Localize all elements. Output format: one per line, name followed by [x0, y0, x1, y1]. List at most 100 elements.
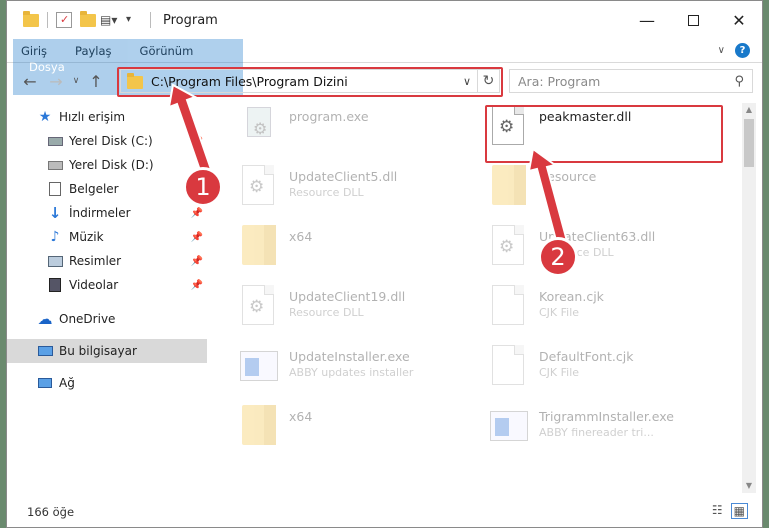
pictures-icon	[47, 253, 63, 269]
maximize-button[interactable]	[670, 1, 716, 39]
sidebar-item-disk-c[interactable]: Yerel Disk (C:) 📌	[7, 129, 207, 153]
file-name: TrigrammInstaller.exe	[539, 409, 674, 424]
pin-icon: 📌	[190, 231, 203, 243]
ribbon-right-controls: ∨ ?	[718, 39, 762, 62]
network-icon	[37, 375, 53, 391]
file-item[interactable]: Resource	[487, 163, 717, 219]
recent-locations-icon[interactable]: ∨	[69, 76, 83, 86]
dll-icon: ⚙	[237, 163, 279, 207]
minimize-button[interactable]: —	[624, 1, 670, 39]
callout-badge-two: 2	[538, 237, 578, 277]
window-title: Program	[163, 12, 218, 28]
pin-icon: 📌	[190, 135, 203, 147]
file-highlight	[485, 105, 723, 163]
download-icon: ↓	[48, 204, 62, 222]
vertical-scrollbar[interactable]: ▲ ▼	[742, 103, 756, 493]
file-item[interactable]: DefaultFont.cjk CJK File	[487, 343, 717, 399]
file-item[interactable]: ⚙ UpdateClient19.dll Resource DLL	[237, 283, 467, 339]
file-name: Korean.cjk	[539, 289, 604, 304]
file-item[interactable]: ⚙ UpdateClient63.dll Resource DLL	[487, 223, 717, 279]
folder-icon	[23, 10, 39, 27]
pin-icon: 📌	[190, 255, 203, 267]
sidebar-item-label: Videolar	[69, 278, 119, 292]
sidebar-item-pictures[interactable]: Resimler 📌	[7, 249, 207, 273]
sidebar-item-videos[interactable]: Videolar 📌	[7, 273, 207, 297]
file-item[interactable]: TrigrammInstaller.exe ABBY finereader tr…	[487, 403, 717, 459]
computer-icon	[37, 343, 53, 359]
file-item[interactable]: x64	[237, 223, 467, 279]
application-icon: ⚙	[237, 103, 279, 147]
callout-badge-one: 1	[183, 167, 223, 207]
folder-icon	[237, 403, 279, 447]
tiles-view-icon[interactable]: ▦	[730, 503, 748, 519]
title-bar: ✓ ▤▾ ▾ Program — ✕	[7, 1, 762, 39]
back-icon[interactable]: ←	[17, 72, 43, 91]
sidebar-item-this-pc[interactable]: Bu bilgisayar	[7, 339, 207, 363]
sidebar-item-label: Müzik	[69, 230, 104, 244]
divider	[150, 12, 151, 28]
file-name: UpdateClient19.dll	[289, 289, 406, 304]
sidebar-item-label: Belgeler	[69, 182, 119, 196]
window-controls: — ✕	[624, 1, 762, 39]
scroll-up-icon[interactable]: ▲	[742, 103, 756, 117]
file-item[interactable]: UpdateInstaller.exe ABBY updates install…	[237, 343, 467, 399]
forward-icon[interactable]: →	[43, 72, 69, 91]
sidebar-item-label: Hızlı erişim	[59, 110, 126, 124]
file-item[interactable]: ⚙ UpdateClient5.dll Resource DLL	[237, 163, 467, 219]
maximize-icon	[687, 14, 699, 26]
sidebar-item-label: OneDrive	[59, 312, 116, 326]
file-item[interactable]: ⚙ program.exe	[237, 103, 467, 159]
documents-icon	[47, 181, 63, 197]
details-view-icon[interactable]: ☷	[712, 503, 723, 519]
scroll-thumb[interactable]	[744, 119, 754, 167]
new-folder-icon[interactable]	[80, 10, 96, 27]
cloud-icon: ☁	[37, 310, 53, 328]
folder-icon	[237, 223, 279, 267]
drive-icon	[47, 133, 63, 149]
sidebar-item-documents[interactable]: Belgeler	[7, 177, 207, 201]
file-desc: Resource DLL	[289, 306, 364, 319]
scroll-down-icon[interactable]: ▼	[742, 479, 756, 493]
file-desc: Resource DLL	[289, 186, 364, 199]
installer-icon	[487, 403, 529, 447]
dll-icon: ⚙	[487, 223, 529, 267]
explorer-window: ✓ ▤▾ ▾ Program — ✕ Dosya Giriş Paylaş Gö…	[6, 0, 763, 528]
sidebar-item-quick-access[interactable]: ★ Hızlı erişim	[7, 105, 207, 129]
file-name: UpdateClient5.dll	[289, 169, 398, 184]
file-item[interactable]: x64	[237, 403, 467, 459]
file-name: x64	[289, 229, 313, 244]
sidebar-item-disk-d[interactable]: Yerel Disk (D:)	[7, 153, 207, 177]
file-desc: CJK File	[539, 366, 580, 379]
help-icon[interactable]: ?	[735, 43, 750, 58]
file-name: UpdateInstaller.exe	[289, 349, 410, 364]
sidebar-item-label: İndirmeler	[69, 206, 131, 220]
sidebar-item-network[interactable]: Ağ	[7, 371, 207, 395]
ribbon-tabs: Dosya Giriş Paylaş Görünüm ∨ ?	[7, 39, 762, 95]
expand-ribbon-icon[interactable]: ∨	[718, 45, 725, 56]
properties-icon[interactable]: ✓	[56, 12, 72, 28]
star-icon: ★	[38, 109, 52, 125]
sidebar-item-label: Yerel Disk (D:)	[69, 158, 154, 172]
document-icon	[487, 283, 529, 327]
sidebar-item-onedrive[interactable]: ☁ OneDrive	[7, 307, 207, 331]
address-highlight	[117, 67, 503, 97]
file-name: Resource	[539, 169, 597, 184]
item-count: 166 öğe	[27, 505, 75, 519]
videos-icon	[47, 277, 63, 293]
music-icon: ♪	[50, 229, 60, 245]
dll-icon: ⚙	[237, 283, 279, 327]
pin-icon: 📌	[190, 207, 203, 219]
search-input[interactable]: Ara: Program ⚲	[509, 69, 753, 93]
status-bar: 166 öğe	[7, 497, 762, 527]
file-item[interactable]: Korean.cjk CJK File	[487, 283, 717, 339]
sidebar-item-label: Resimler	[69, 254, 122, 268]
file-name: x64	[289, 409, 313, 424]
customize-icon[interactable]: ▤▾	[100, 12, 117, 28]
close-button[interactable]: ✕	[716, 1, 762, 39]
sidebar-item-downloads[interactable]: ↓ İndirmeler 📌	[7, 201, 207, 225]
pin-icon: 📌	[190, 279, 203, 291]
sidebar-item-music[interactable]: ♪ Müzik 📌	[7, 225, 207, 249]
up-icon[interactable]: ↑	[83, 72, 109, 91]
navigation-pane: ★ Hızlı erişim Yerel Disk (C:) 📌 Yerel D…	[7, 101, 207, 491]
dropdown-icon[interactable]: ▾	[126, 12, 142, 28]
